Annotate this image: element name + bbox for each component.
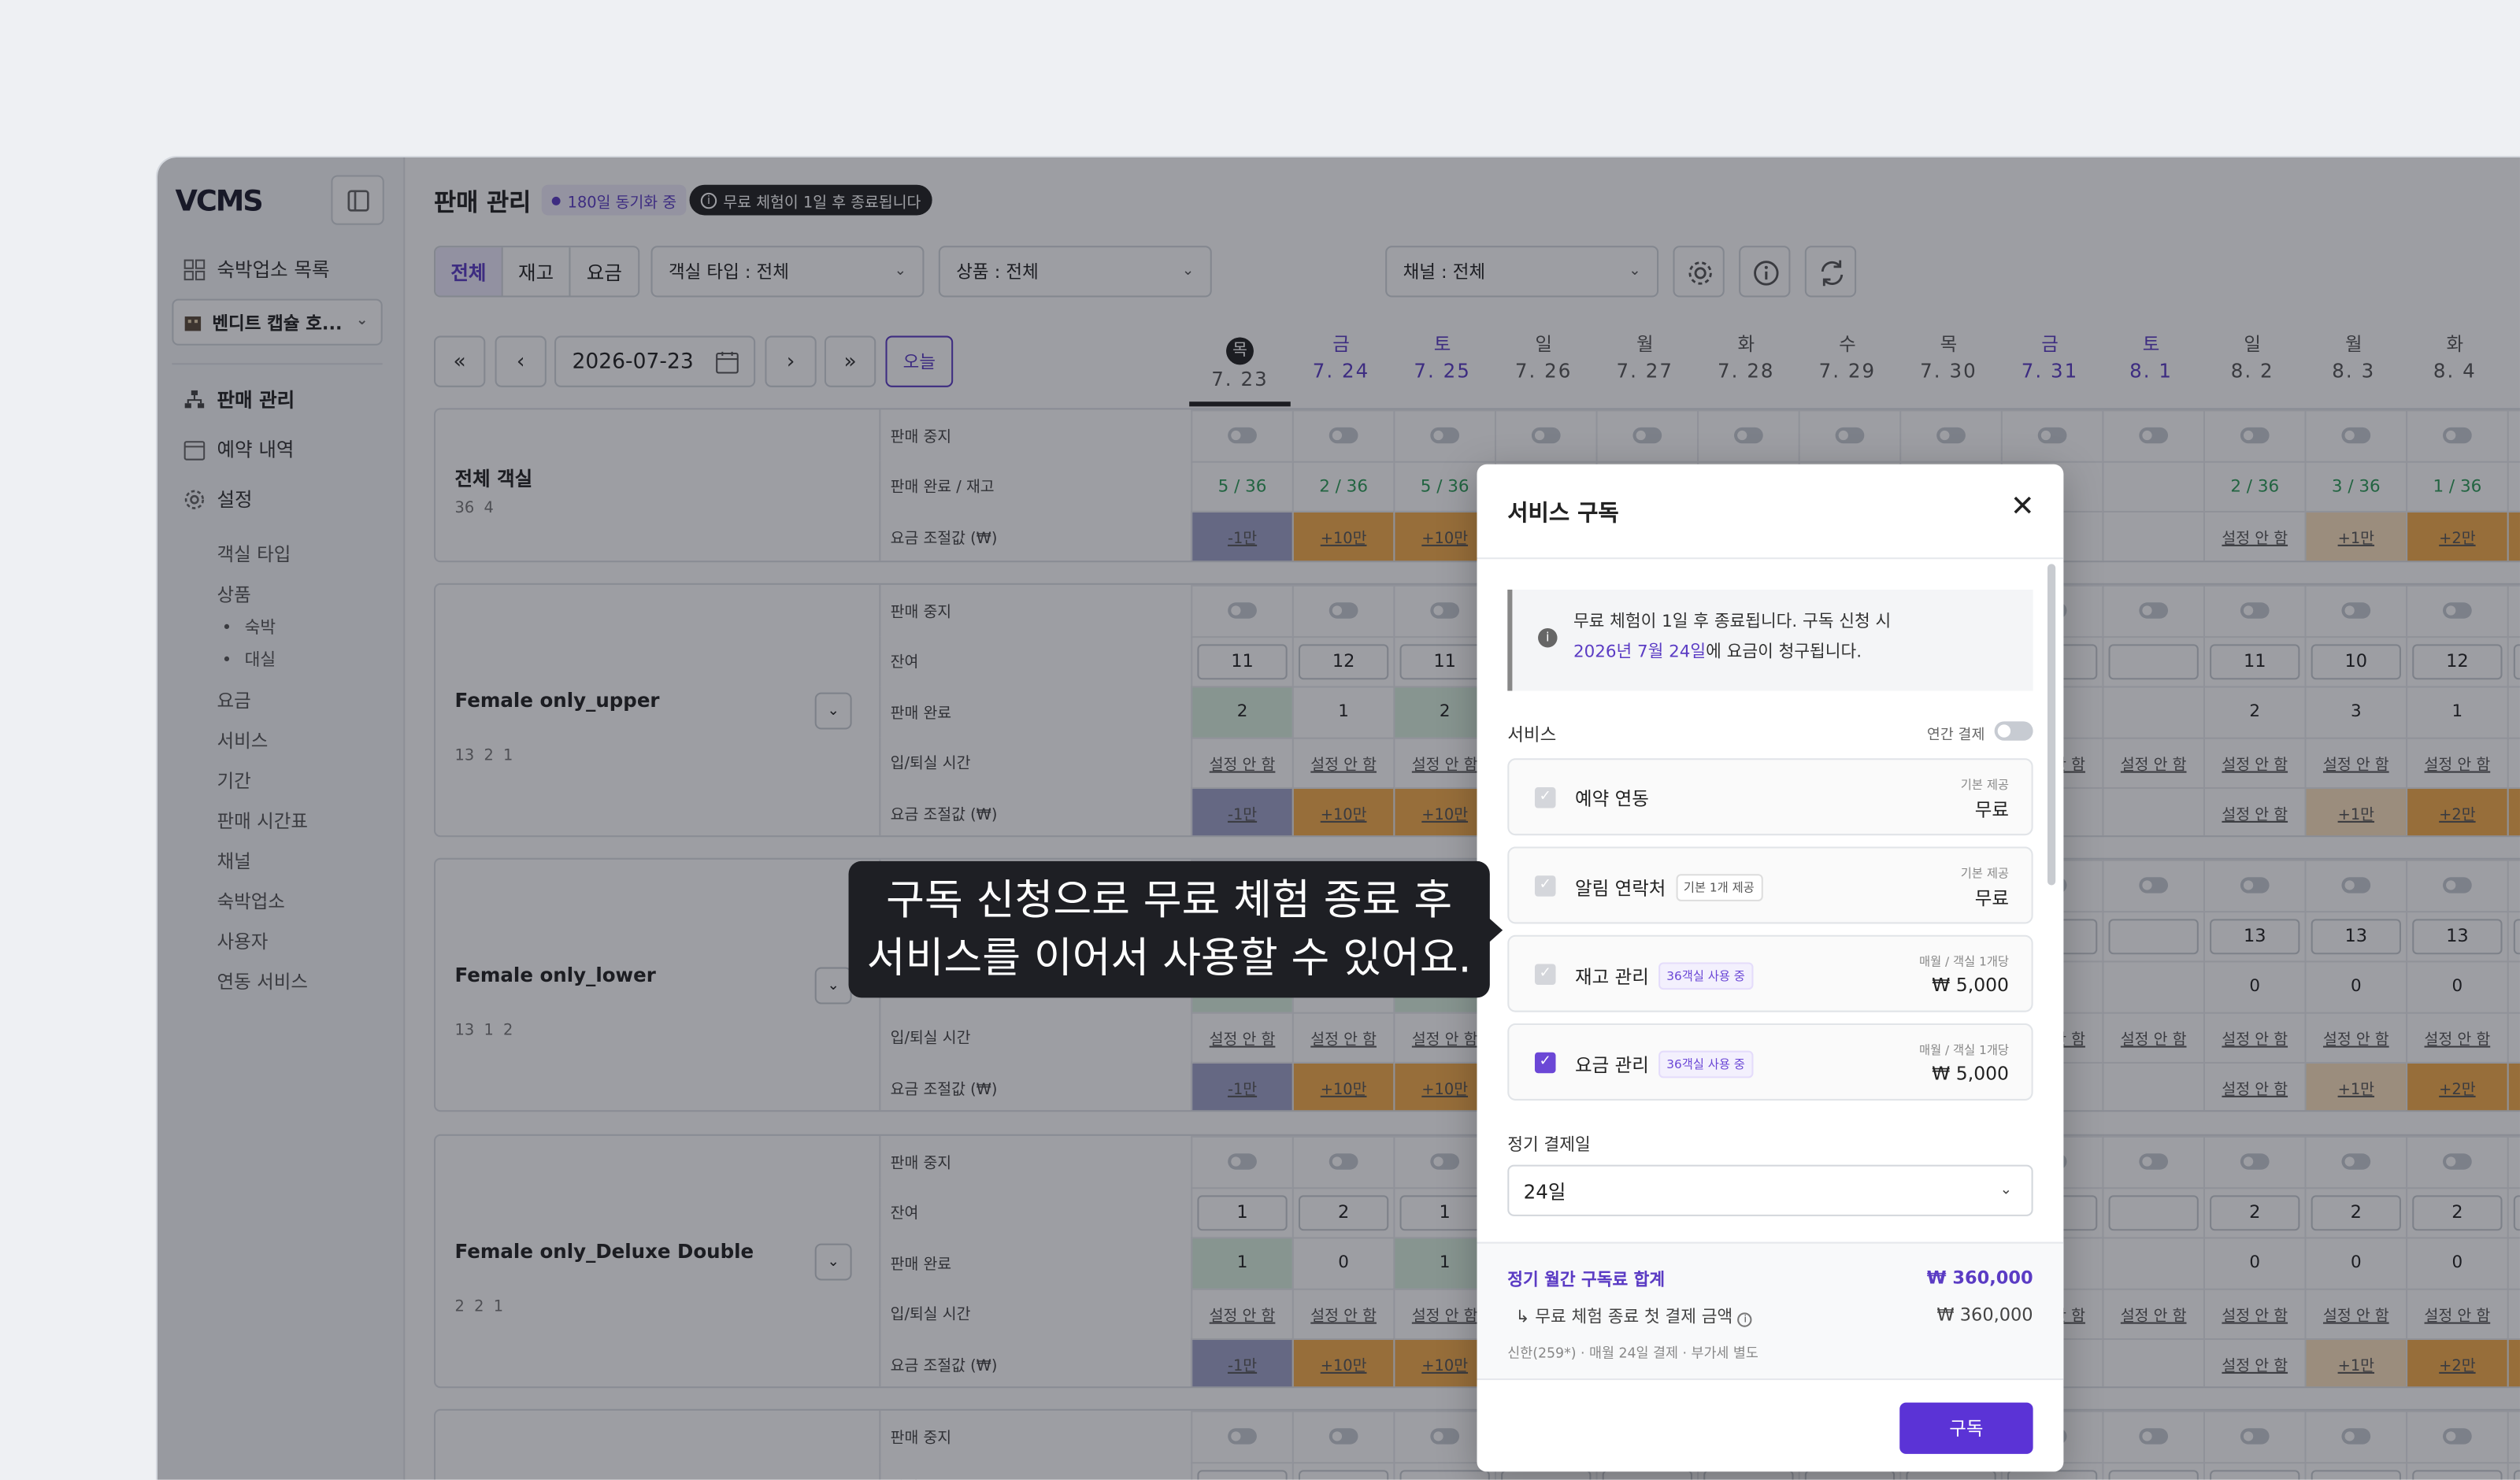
modal-scrollbar[interactable]	[2047, 564, 2056, 886]
subscribe-button[interactable]: 구독	[1899, 1402, 2033, 1454]
service-tag: 36객실 사용 중	[1658, 1050, 1754, 1079]
service-tag: 36객실 사용 중	[1658, 962, 1754, 990]
close-icon[interactable]: ✕	[2010, 493, 2035, 522]
billing-date: 2026년 7월 24일	[1573, 642, 1707, 662]
tooltip-line-2: 서비스를 이어서 사용할 수 있어요.	[866, 934, 1472, 983]
service-checkbox[interactable]: ✓	[1534, 786, 1556, 808]
total-value: ₩ 360,000	[1926, 1267, 2033, 1289]
service-item[interactable]: ✓ 알림 연락처 기본 1개 제공 기본 제공무료	[1507, 846, 2033, 924]
service-price: ₩ 5,000	[1932, 1061, 2009, 1085]
service-price-note: 기본 제공	[1960, 865, 2009, 881]
modal-divider	[1477, 557, 2064, 560]
info-icon: i	[1538, 627, 1558, 648]
card-info: 신한(259*) · 매월 24일 결제 · 부가세 별도	[1507, 1346, 1758, 1363]
service-checkbox[interactable]: ✓	[1534, 875, 1556, 897]
info-icon: i	[1737, 1312, 1753, 1327]
service-checkbox[interactable]: ✓	[1534, 1052, 1556, 1074]
modal-divider	[1477, 1241, 2064, 1244]
first-payment-value: ₩ 360,000	[1936, 1304, 2033, 1326]
service-price: ₩ 5,000	[1932, 973, 2009, 997]
service-checkbox[interactable]: ✓	[1534, 964, 1556, 986]
first-payment-label: ↳ 무료 체험 종료 첫 결제 금액 i	[1515, 1304, 1753, 1329]
modal-backdrop[interactable]	[157, 157, 2520, 1480]
summary-box: 정기 월간 구독료 합계 ₩ 360,000 ↳ 무료 체험 종료 첫 결제 금…	[1477, 1241, 2064, 1381]
annual-billing-toggle[interactable]	[1994, 721, 2033, 741]
service-price: 무료	[1974, 798, 2009, 821]
service-name: 예약 연동	[1574, 786, 1649, 810]
app-window: VCMS 숙박업소 목록 벤디트 캡슐 호... ⌄ 판매 관리 예약 내역 설…	[157, 157, 2520, 1480]
chevron-down-icon: ⌄	[1999, 1182, 2013, 1199]
service-name: 재고 관리	[1574, 964, 1649, 988]
service-item[interactable]: ✓ 예약 연동 기본 제공무료	[1507, 758, 2033, 836]
service-price-note: 매월 / 객실 1개당	[1919, 954, 2009, 969]
tooltip: 구독 신청으로 무료 체험 종료 후 서비스를 이어서 사용할 수 있어요.	[848, 860, 1503, 998]
subscription-modal: 서비스 구독 ✕ i 무료 체험이 1일 후 종료됩니다. 구독 신청 시 20…	[1477, 464, 2064, 1472]
annual-billing-label: 연간 결제	[1926, 727, 1985, 744]
info-line-2: 2026년 7월 24일에 요금이 청구됩니다.	[1573, 642, 1862, 662]
service-item[interactable]: ✓ 요금 관리 36객실 사용 중 매월 / 객실 1개당 ₩ 5,000	[1507, 1023, 2033, 1101]
billing-day-select[interactable]: 24일 ⌄	[1507, 1164, 2033, 1216]
service-price-note: 매월 / 객실 1개당	[1919, 1042, 2009, 1057]
service-price-note: 기본 제공	[1960, 777, 2009, 793]
billing-day-label: 정기 결제일	[1507, 1135, 1591, 1156]
service-tag: 기본 1개 제공	[1675, 874, 1762, 901]
modal-title: 서비스 구독	[1507, 501, 1619, 527]
service-price: 무료	[1974, 886, 2009, 910]
service-section-label: 서비스	[1507, 724, 1557, 746]
trial-info-box: i 무료 체험이 1일 후 종료됩니다. 구독 신청 시 2026년 7월 24…	[1507, 589, 2033, 691]
service-name: 요금 관리	[1574, 1053, 1649, 1076]
tooltip-line-1: 구독 신청으로 무료 체험 종료 후	[886, 877, 1453, 926]
info-line-1: 무료 체험이 1일 후 종료됩니다. 구독 신청 시	[1573, 612, 1892, 632]
total-label: 정기 월간 구독료 합계	[1507, 1271, 1666, 1290]
service-item[interactable]: ✓ 재고 관리 36객실 사용 중 매월 / 객실 1개당 ₩ 5,000	[1507, 934, 2033, 1012]
service-name: 알림 연락처	[1574, 876, 1666, 899]
